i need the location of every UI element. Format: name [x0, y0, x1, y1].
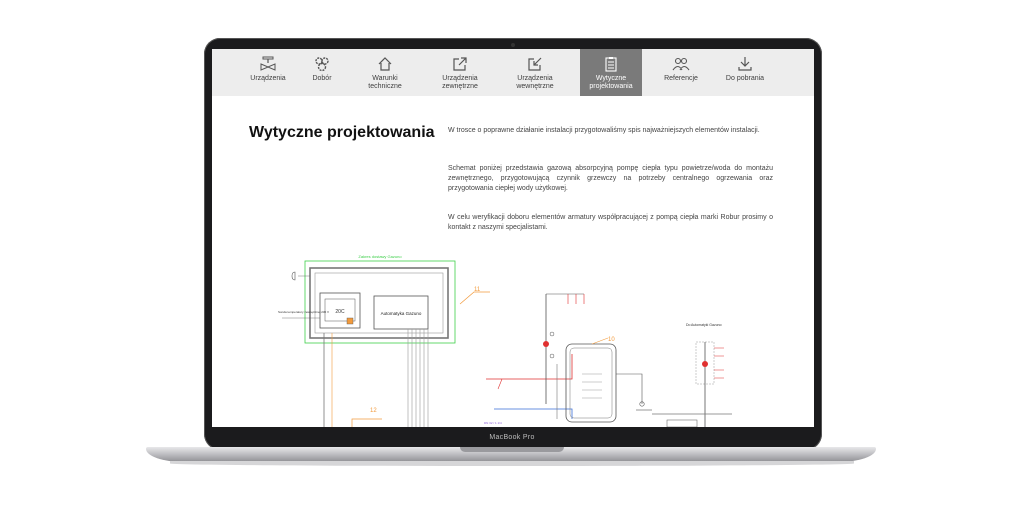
sensor-icon	[291, 271, 296, 281]
return-pipe	[494, 408, 573, 419]
nav-label: Warunki techniczne	[368, 75, 402, 90]
valve-icon	[260, 56, 276, 71]
clipboard-icon	[605, 57, 617, 72]
remote-prefix: Do	[686, 323, 691, 327]
people-icon	[672, 57, 690, 71]
page-title: Wytyczne projektowania	[249, 124, 435, 141]
marker-10: 10	[608, 337, 615, 343]
device-brand: MacBook Pro	[489, 434, 535, 441]
installation-diagram: Zakres dostawy Gazuno 20C Automatyka Gaz…	[278, 254, 732, 427]
nav-label: Dobór	[312, 75, 332, 82]
marker-11: 11	[474, 287, 481, 293]
house-icon	[378, 57, 392, 71]
sensor-note: Sonda temperatury zewnętrznej 230 V	[278, 310, 329, 314]
nav-item-warunki[interactable]: Warunki techniczne	[356, 49, 414, 96]
nav-label: Wytyczne projektowania	[589, 75, 633, 90]
supply-label: Zakres dostawy Gazuno	[358, 254, 402, 259]
nav-label: Referencje	[664, 75, 698, 82]
nav-item-wytyczne[interactable]: Wytyczne projektowania	[580, 49, 642, 96]
nav-label: Urządzenia wewnętrzne	[516, 75, 554, 90]
nav-label: Urządzenia	[250, 75, 286, 82]
base-notch	[460, 447, 564, 452]
camera	[511, 43, 515, 47]
nav-item-dobor[interactable]: Dobór	[302, 49, 342, 96]
browser-screen: Urządzenia Dobór Warunki techniczne Urzą…	[212, 49, 814, 427]
base-shadow	[170, 461, 854, 466]
remote-automation-label: Automatyki Gazuno	[691, 323, 722, 327]
supply-pipe	[486, 354, 573, 380]
internal-link-icon	[528, 57, 542, 71]
schema-paragraph: Schemat poniżej przedstawia gazową absor…	[448, 165, 773, 192]
nav-label: Urządzenia zewnętrzne	[442, 75, 478, 90]
nav-item-zewnetrzne[interactable]: Urządzenia zewnętrzne	[432, 49, 488, 96]
intro-paragraph: W trosce o poprawne działanie instalacji…	[448, 127, 760, 134]
top-navigation: Urządzenia Dobór Warunki techniczne Urzą…	[212, 49, 814, 96]
nav-label: Do pobrania	[725, 75, 765, 82]
external-link-icon	[453, 57, 467, 71]
pump-icon	[543, 341, 549, 347]
marker-12: 12	[370, 408, 377, 414]
gears-icon	[315, 57, 329, 72]
pipe-label: DN 32 / 1 1/4	[484, 421, 502, 425]
panel-display: 20C	[335, 309, 345, 315]
nav-item-wewnetrzne[interactable]: Urządzenia wewnętrzne	[504, 49, 566, 96]
nav-item-referencje[interactable]: Referencje	[656, 49, 706, 96]
nav-item-urzadzenia[interactable]: Urządzenia	[244, 49, 292, 96]
automation-label: Automatyka Gazuno	[381, 311, 422, 316]
contact-paragraph: W celu weryfikacji doboru elementów arma…	[448, 214, 773, 231]
storage-tank	[565, 343, 617, 423]
nav-item-do-pobrania[interactable]: Do pobrania	[720, 49, 770, 96]
download-icon	[738, 57, 752, 71]
